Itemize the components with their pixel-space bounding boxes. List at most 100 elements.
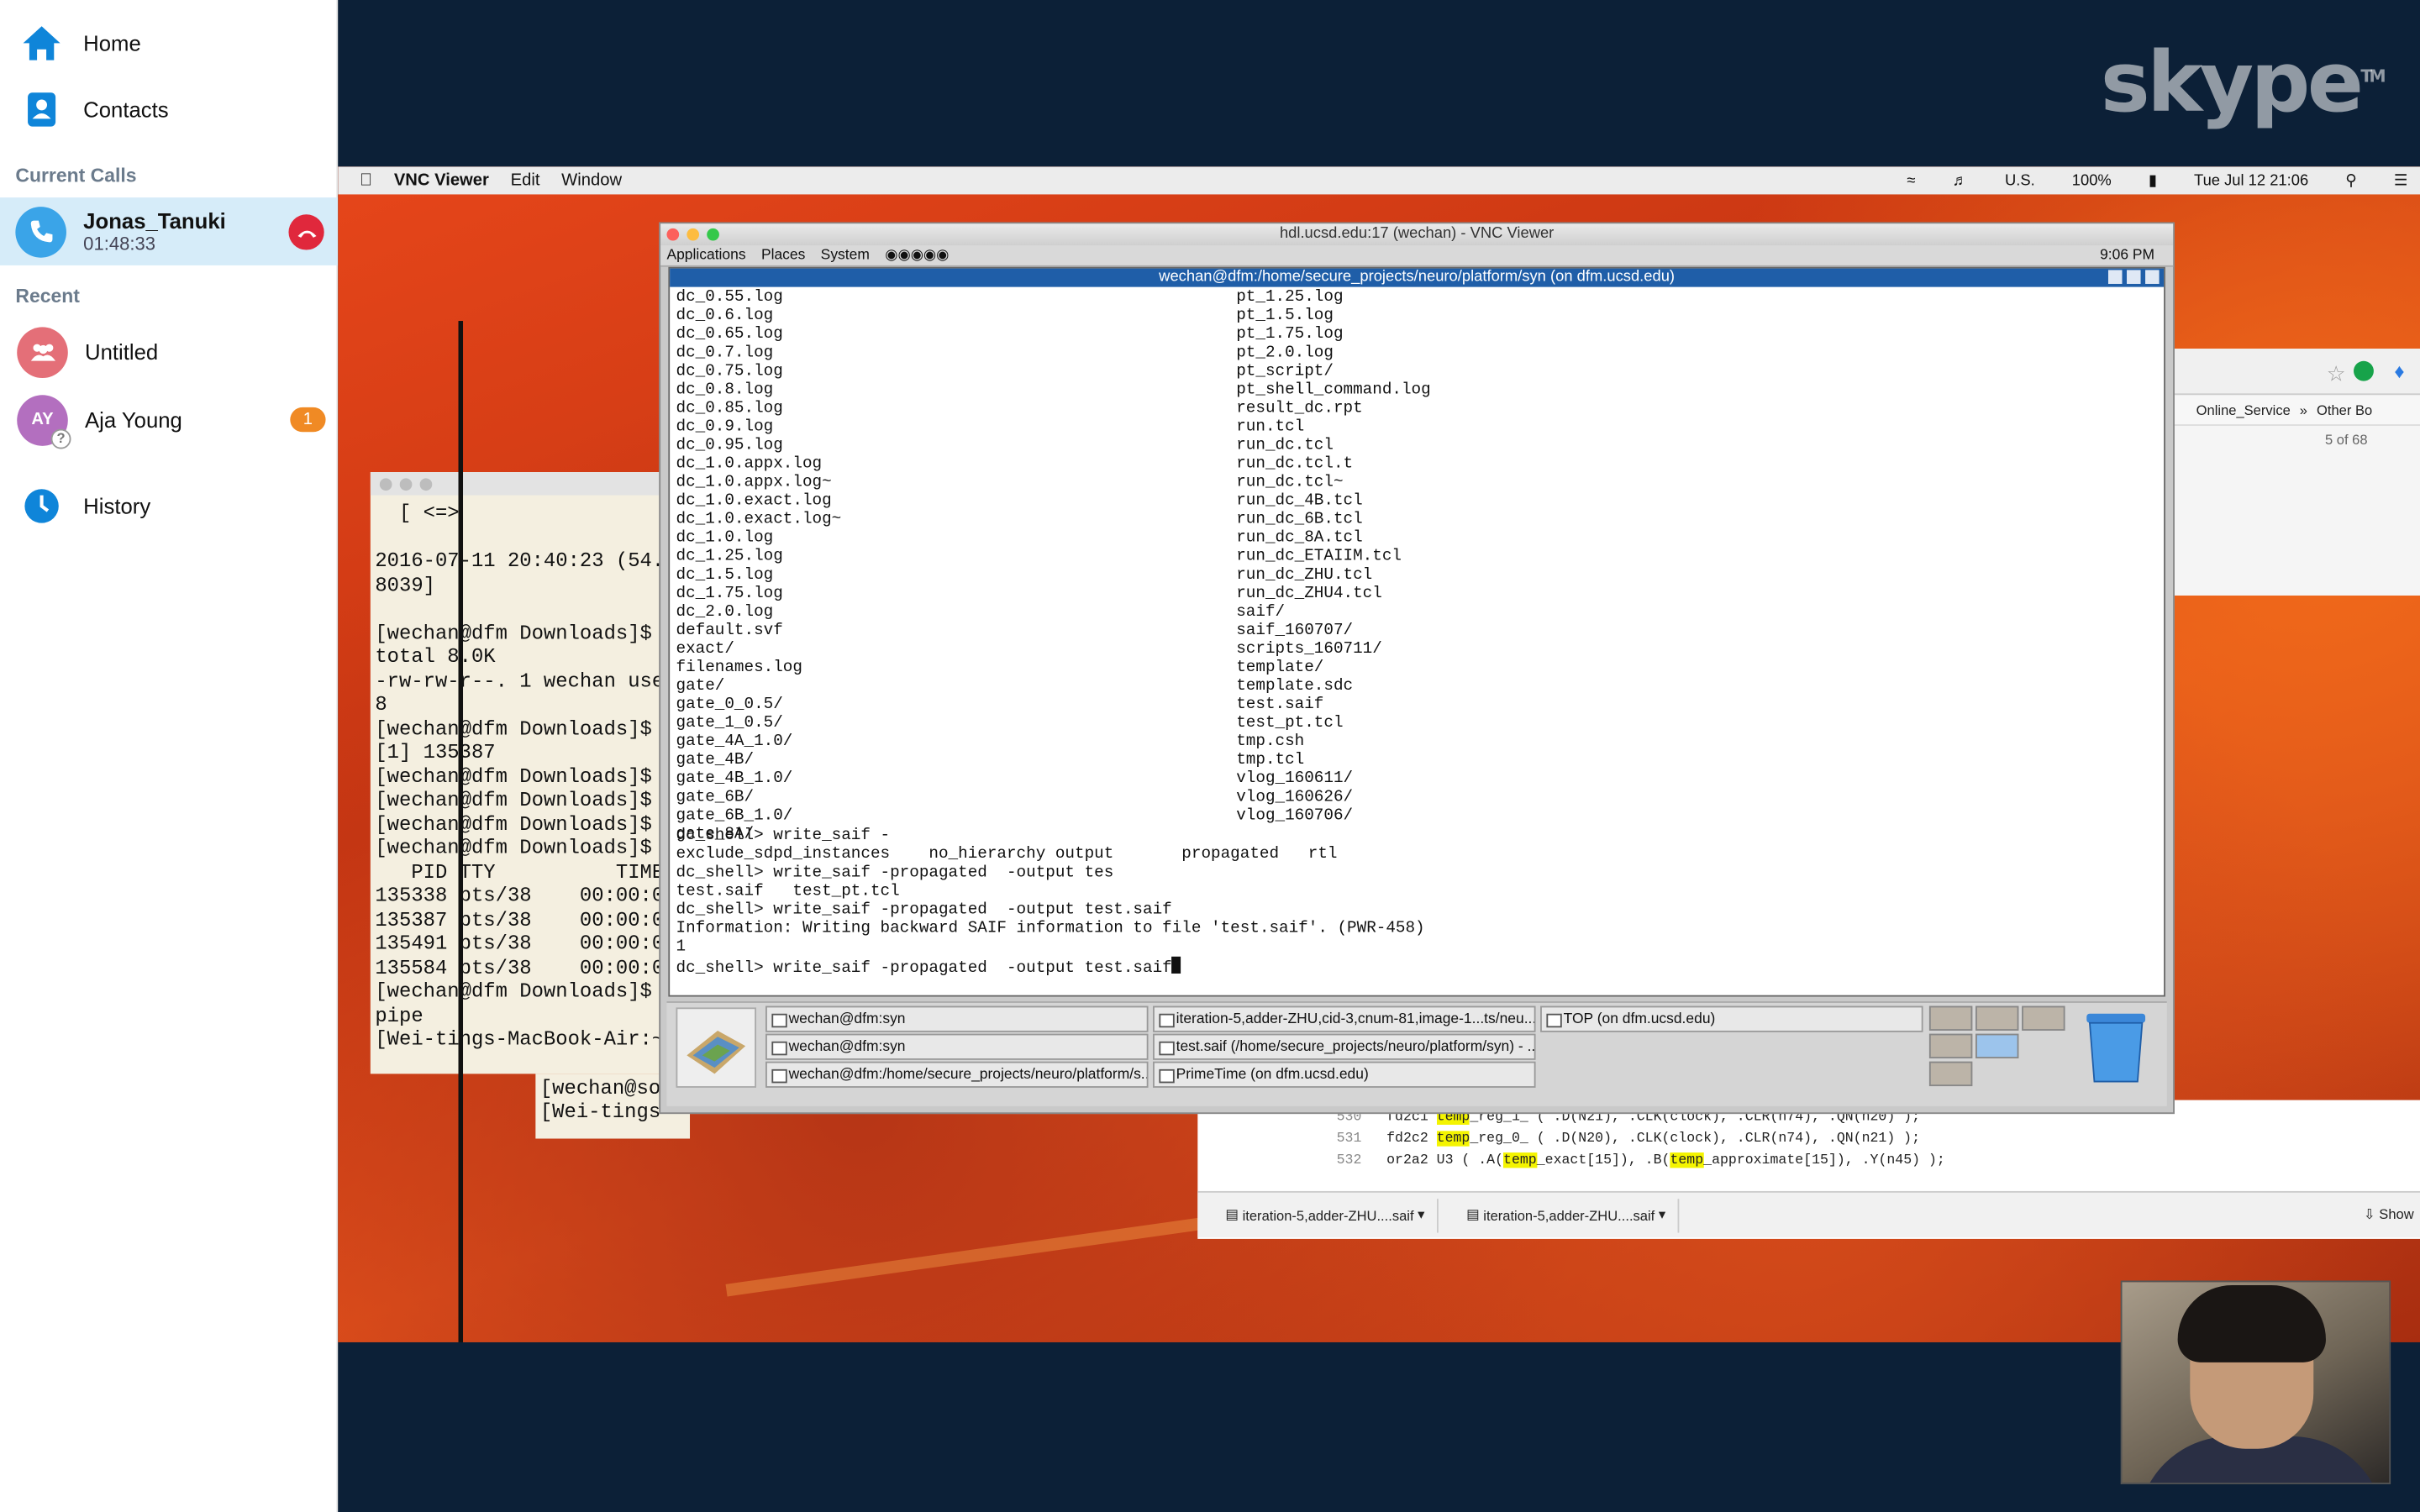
status-question-icon: ? xyxy=(50,428,71,449)
workspace-5[interactable] xyxy=(1975,1033,2019,1058)
search-highlight: temp xyxy=(1436,1131,1470,1147)
search-highlight: temp xyxy=(1670,1152,1704,1168)
unread-badge: 1 xyxy=(290,407,326,433)
recent-item-name: Untitled xyxy=(85,339,159,365)
taskbar-window-3[interactable]: TOP (on dfm.ucsd.edu) xyxy=(1540,1005,1923,1032)
workspace-1[interactable] xyxy=(1928,1005,1973,1031)
terminal-titlebar[interactable] xyxy=(370,472,680,496)
close-icon[interactable] xyxy=(2145,270,2160,284)
code-text: or2a2 U3 ( .A( xyxy=(1386,1152,1504,1168)
menu-edit[interactable]: Edit xyxy=(511,171,540,190)
workspace-2[interactable] xyxy=(1975,1005,2019,1031)
browser-window[interactable]: ☆ ♦ Online_Service » Other Bo 5 of 68 xyxy=(2174,349,2420,596)
taskbar-window-2[interactable]: iteration-5,adder-ZHU,cid-3,cnum-81,imag… xyxy=(1153,1005,1536,1032)
mac-terminal-window[interactable]: [ <=> 2016-07-11 20:40:23 (54. 8039] [we… xyxy=(370,472,680,1074)
gnome-bottom-panel: wechan@dfm:syn iteration-5,adder-ZHU,cid… xyxy=(666,1001,2167,1106)
apple-menu-icon[interactable]:  xyxy=(360,171,372,190)
code-line: 531 fd2c2 temp_reg_0_ ( .D(N20), .CLK(cl… xyxy=(1337,1128,2420,1150)
self-video-preview[interactable] xyxy=(2120,1280,2391,1484)
window-divider-line xyxy=(458,321,464,1342)
file-icon: ▤ xyxy=(1225,1206,1243,1222)
vnc-titlebar[interactable]: hdl.ucsd.edu:17 (wechan) - VNC Viewer xyxy=(660,223,2174,246)
shared-desktop:  VNC Viewer Edit Window ≈ ♬ U.S. 100% ▮… xyxy=(338,166,2420,1342)
wallpaper-streak xyxy=(725,1209,1263,1297)
terminal-titlebar[interactable]: wechan@dfm:/home/secure_projects/neuro/p… xyxy=(670,268,2165,287)
menu-window[interactable]: Window xyxy=(561,171,622,190)
input-source[interactable]: U.S. xyxy=(2005,172,2035,189)
gnome-menu-system[interactable]: System xyxy=(821,247,870,264)
text-cursor xyxy=(1171,956,1181,974)
trash-icon[interactable] xyxy=(2081,1007,2151,1084)
minimize-button[interactable] xyxy=(687,228,700,241)
gnome-menu-places[interactable]: Places xyxy=(761,247,805,264)
menu-clock[interactable]: Tue Jul 12 21:06 xyxy=(2194,172,2308,189)
taskbar-window-1[interactable]: wechan@dfm:syn xyxy=(765,1005,1149,1032)
remote-terminal-window[interactable]: wechan@dfm:/home/secure_projects/neuro/p… xyxy=(668,266,2165,997)
workspace-6[interactable] xyxy=(1928,1061,1973,1087)
gnome-menu-applications[interactable]: Applications xyxy=(666,247,745,264)
nav-home-label: Home xyxy=(83,30,141,56)
menu-app-name[interactable]: VNC Viewer xyxy=(394,171,489,190)
recent-item-aja-young[interactable]: AY ? Aja Young 1 xyxy=(0,386,338,454)
file-icon: ▤ xyxy=(1466,1206,1484,1222)
taskbar-window-5[interactable]: test.saif (/home/secure_projects/neuro/p… xyxy=(1153,1033,1536,1060)
battery-level[interactable]: 100% xyxy=(2072,172,2112,189)
recent-item-untitled[interactable]: Untitled xyxy=(0,318,338,386)
workspace-4[interactable] xyxy=(1928,1033,1973,1058)
hang-up-icon xyxy=(297,229,316,237)
code-line: 532 or2a2 U3 ( .A(temp_exact[15]), .B(te… xyxy=(1337,1149,2420,1171)
call-contact-name: Jonas_Tanuki xyxy=(83,207,226,234)
workspace-3[interactable] xyxy=(2022,1005,2065,1031)
download-bar: ▤ iteration-5,adder-ZHU....saif ▾ ▤ iter… xyxy=(1197,1190,2420,1238)
bookmark-star-icon[interactable]: ☆ xyxy=(2327,361,2346,387)
wifi-icon[interactable]: ≈ xyxy=(1907,172,1915,189)
show-all-downloads[interactable]: ⇩ Show xyxy=(2364,1206,2414,1223)
minimize-icon[interactable] xyxy=(2107,270,2123,284)
listing-column-1: dc_0.55.log dc_0.6.log dc_0.65.log dc_0.… xyxy=(676,288,842,844)
code-text: _approximate[15]), .Y(n45) ); xyxy=(1703,1152,1945,1168)
call-duration: 01:48:33 xyxy=(83,233,155,255)
gnome-clock[interactable]: 9:06 PM xyxy=(2100,245,2154,267)
download-item[interactable]: ▤ iteration-5,adder-ZHU....saif ▾ xyxy=(1454,1198,1680,1232)
current-calls-header: Current Calls xyxy=(15,165,137,187)
extension-icon[interactable]: ♦ xyxy=(2394,360,2404,383)
vnc-viewer-window[interactable]: hdl.ucsd.edu:17 (wechan) - VNC Viewer Ap… xyxy=(659,222,2175,1115)
nav-history[interactable]: History xyxy=(0,475,338,537)
bookmark-online-service[interactable]: Online_Service xyxy=(2196,402,2291,417)
terminal-title: wechan@dfm:/home/secure_projects/neuro/p… xyxy=(1159,268,1676,286)
contacts-book-icon xyxy=(20,88,63,131)
mac-menu-bar:  VNC Viewer Edit Window ≈ ♬ U.S. 100% ▮… xyxy=(338,166,2420,195)
shell-history: dc_shell> write_saif - exclude_sdpd_inst… xyxy=(676,827,1425,957)
grammarly-icon[interactable] xyxy=(2354,360,2374,381)
nav-history-label: History xyxy=(83,493,151,519)
bookmark-other[interactable]: Other Bo xyxy=(2317,402,2372,417)
panel-launcher-icons[interactable]: ◉◉◉◉◉ xyxy=(885,247,949,264)
shell-output[interactable]: dc_shell> write_saif - exclude_sdpd_inst… xyxy=(676,827,2157,978)
code-text: _exact[15]), .B( xyxy=(1536,1152,1670,1168)
taskbar-window-4[interactable]: wechan@dfm:syn xyxy=(765,1033,1149,1060)
call-phone-icon xyxy=(15,206,66,257)
bookmarks-overflow[interactable]: » xyxy=(2300,402,2307,417)
close-button[interactable] xyxy=(666,228,680,241)
home-icon xyxy=(20,22,63,65)
taskbar-window-6[interactable]: wechan@dfm:/home/secure_projects/neuro/p… xyxy=(765,1061,1149,1088)
find-count: 5 of 68 xyxy=(2324,432,2368,448)
zoom-button[interactable] xyxy=(707,228,719,241)
shell-prompt-line[interactable]: dc_shell> write_saif -propagated -output… xyxy=(676,959,1171,978)
group-icon xyxy=(17,326,68,378)
nav-contacts-label: Contacts xyxy=(83,97,169,123)
spotlight-search-icon[interactable]: ⚲ xyxy=(2345,172,2356,189)
workspace-launcher-icon[interactable] xyxy=(676,1007,756,1088)
listing-column-2: pt_1.25.log pt_1.5.log pt_1.75.log pt_2.… xyxy=(1236,288,1431,826)
maximize-icon[interactable] xyxy=(2127,270,2141,284)
current-call-item[interactable]: Jonas_Tanuki 01:48:33 xyxy=(0,197,339,265)
clock-icon xyxy=(20,485,63,528)
hang-up-button[interactable] xyxy=(288,214,324,250)
taskbar-window-7[interactable]: PrimeTime (on dfm.ucsd.edu) xyxy=(1153,1061,1536,1088)
search-highlight: temp xyxy=(1503,1152,1537,1168)
volume-icon[interactable]: ♬ xyxy=(1952,172,1967,189)
notification-center-icon[interactable]: ☰ xyxy=(2394,172,2407,189)
nav-home[interactable]: Home xyxy=(0,13,338,74)
download-item[interactable]: ▤ iteration-5,adder-ZHU....saif ▾ xyxy=(1213,1198,1439,1232)
nav-contacts[interactable]: Contacts xyxy=(0,79,338,140)
